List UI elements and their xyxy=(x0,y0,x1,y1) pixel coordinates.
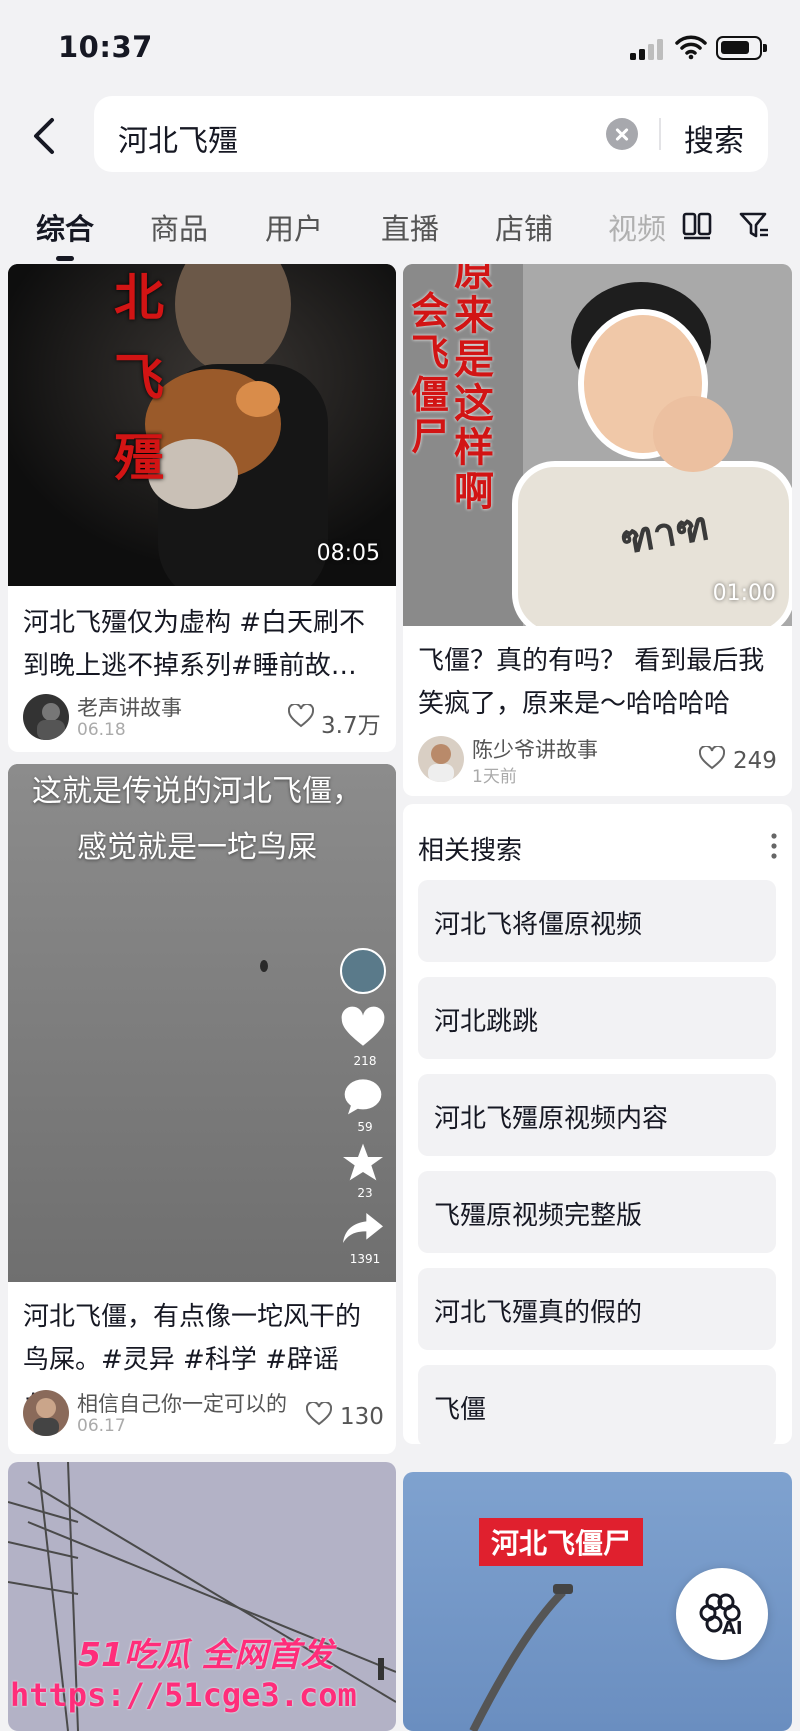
thumbnail-subtitle-overlay: 会飞僵尸 xyxy=(410,289,449,459)
related-searches-panel: 相关搜索 河北飞将僵原视频 河北跳跳 河北飞殭原视频内容 飞殭原视频完整版 河北… xyxy=(403,804,792,1447)
video-card[interactable]: 这就是传说的河北飞僵，感觉就是一坨鸟屎 218 59 23 1391 河北飞僵，… xyxy=(8,764,396,1454)
video-side-actions: 218 59 23 1391 xyxy=(340,948,390,1266)
video-thumbnail[interactable]: 这就是传说的河北飞僵，感觉就是一坨鸟屎 218 59 23 1391 xyxy=(8,764,396,1282)
thumbnail-caption-overlay: 这就是传说的河北飞僵，感觉就是一坨鸟屎 xyxy=(32,774,362,865)
search-header: 河北飞殭 搜索 xyxy=(0,96,800,176)
related-search-item[interactable]: 河北飞将僵原视频 xyxy=(418,880,776,962)
result-tabs: 综合 商品 用户 直播 店铺 视频 xyxy=(0,186,800,261)
share-icon[interactable] xyxy=(340,1208,386,1248)
related-search-label[interactable]: 河北跳跳 xyxy=(434,1001,538,1038)
ai-assistant-button[interactable]: AI xyxy=(676,1568,768,1660)
avatar[interactable] xyxy=(23,694,69,740)
avatar[interactable] xyxy=(418,736,464,782)
author-name[interactable]: 陈少爷讲故事 xyxy=(472,734,598,764)
like-count: 249 xyxy=(733,748,777,774)
like-heart-icon[interactable] xyxy=(306,1402,332,1426)
layout-toggle-icon[interactable] xyxy=(680,208,714,242)
related-search-label[interactable]: 飞殭原视频完整版 xyxy=(434,1195,642,1232)
ai-flower-icon xyxy=(699,1593,741,1633)
related-search-item[interactable]: 河北飞殭真的假的 xyxy=(418,1268,776,1350)
related-search-label[interactable]: 河北飞殭原视频内容 xyxy=(434,1098,668,1135)
tab-videos[interactable]: 视频 xyxy=(608,206,666,248)
tab-live[interactable]: 直播 xyxy=(381,206,439,248)
related-search-label[interactable]: 河北飞将僵原视频 xyxy=(434,904,642,941)
side-share-count: 1391 xyxy=(349,1252,381,1266)
filter-icon[interactable] xyxy=(737,208,771,242)
like-heart-icon[interactable] xyxy=(288,704,314,728)
post-date: 06.18 xyxy=(77,720,126,740)
tab-products[interactable]: 商品 xyxy=(150,206,208,248)
related-search-label[interactable]: 河北飞殭真的假的 xyxy=(434,1292,642,1329)
tab-stores[interactable]: 店铺 xyxy=(495,206,553,248)
video-thumbnail[interactable]: ฑาฑ 原来是这样啊 会飞僵尸 01:00 xyxy=(403,264,792,626)
author-name[interactable]: 老声讲故事 xyxy=(77,692,182,722)
search-button[interactable]: 搜索 xyxy=(684,116,744,160)
author-name[interactable]: 相信自己你一定可以的 xyxy=(77,1388,287,1418)
thumbnail-title-overlay: 河北飞僵尸 xyxy=(479,1518,644,1566)
like-count: 130 xyxy=(340,1404,384,1430)
clear-icon[interactable] xyxy=(606,118,638,150)
like-heart-icon[interactable] xyxy=(699,746,725,770)
watermark-line-1: 51吃瓜 全网首发 xyxy=(78,1635,334,1674)
video-title[interactable]: 河北飞殭仅为虚构 #白天刷不到晚上逃不掉系列#睡前故… xyxy=(23,602,383,688)
related-search-item[interactable]: 河北飞殭原视频内容 xyxy=(418,1074,776,1156)
watermark-line-2: https://51cge3.com xyxy=(10,1676,357,1714)
search-query-text[interactable]: 河北飞殭 xyxy=(118,116,238,160)
video-title[interactable]: 飞僵？真的有吗？ 看到最后我笑疯了，原来是～哈哈哈哈 xyxy=(418,640,778,726)
avatar[interactable] xyxy=(23,1390,69,1436)
more-options-icon[interactable] xyxy=(770,832,778,860)
tab-users[interactable]: 用户 xyxy=(265,206,323,248)
like-count: 3.7万 xyxy=(321,713,381,739)
comment-icon[interactable] xyxy=(340,1076,386,1116)
related-search-item[interactable]: 飞殭原视频完整版 xyxy=(418,1171,776,1253)
back-arrow-icon[interactable] xyxy=(26,114,66,158)
post-date: 1天前 xyxy=(472,767,517,787)
thumbnail-image xyxy=(8,264,396,586)
video-card[interactable]: ฑาฑ 原来是这样啊 会飞僵尸 01:00 飞僵？真的有吗？ 看到最后我笑疯了，… xyxy=(403,264,792,796)
creator-avatar[interactable] xyxy=(340,948,386,994)
side-favorite-count: 23 xyxy=(357,1186,373,1200)
search-input[interactable]: 河北飞殭 搜索 xyxy=(94,96,768,172)
related-searches-heading: 相关搜索 xyxy=(418,836,523,866)
status-bar: 10:37 xyxy=(0,0,800,96)
video-duration: 01:00 xyxy=(712,581,776,606)
side-comment-count: 59 xyxy=(357,1120,373,1134)
active-tab-indicator xyxy=(56,256,74,261)
related-search-label[interactable]: 飞僵 xyxy=(434,1389,486,1426)
star-icon[interactable] xyxy=(340,1142,386,1182)
wifi-icon xyxy=(675,35,707,60)
tab-general[interactable]: 综合 xyxy=(36,206,94,248)
video-duration: 08:05 xyxy=(316,541,380,566)
related-search-item[interactable]: 飞僵 xyxy=(418,1365,776,1447)
cellular-signal-icon xyxy=(630,38,666,60)
battery-icon xyxy=(716,36,767,60)
thumbnail-title-overlay: 原来是这样啊 xyxy=(454,264,494,515)
related-search-item[interactable]: 河北跳跳 xyxy=(418,977,776,1059)
thumbnail-title-overlay: 北飞殭 xyxy=(114,269,164,487)
search-divider xyxy=(659,118,661,150)
status-time: 10:37 xyxy=(58,30,153,64)
video-thumbnail[interactable]: 北飞殭 08:05 xyxy=(8,264,396,586)
side-like-count: 218 xyxy=(353,1054,377,1068)
video-card[interactable]: 北飞殭 08:05 河北飞殭仅为虚构 #白天刷不到晚上逃不掉系列#睡前故… 老声… xyxy=(8,264,396,752)
post-date: 06.17 xyxy=(77,1416,126,1436)
ai-label: AI xyxy=(722,1618,743,1639)
heart-icon[interactable] xyxy=(340,1006,386,1050)
